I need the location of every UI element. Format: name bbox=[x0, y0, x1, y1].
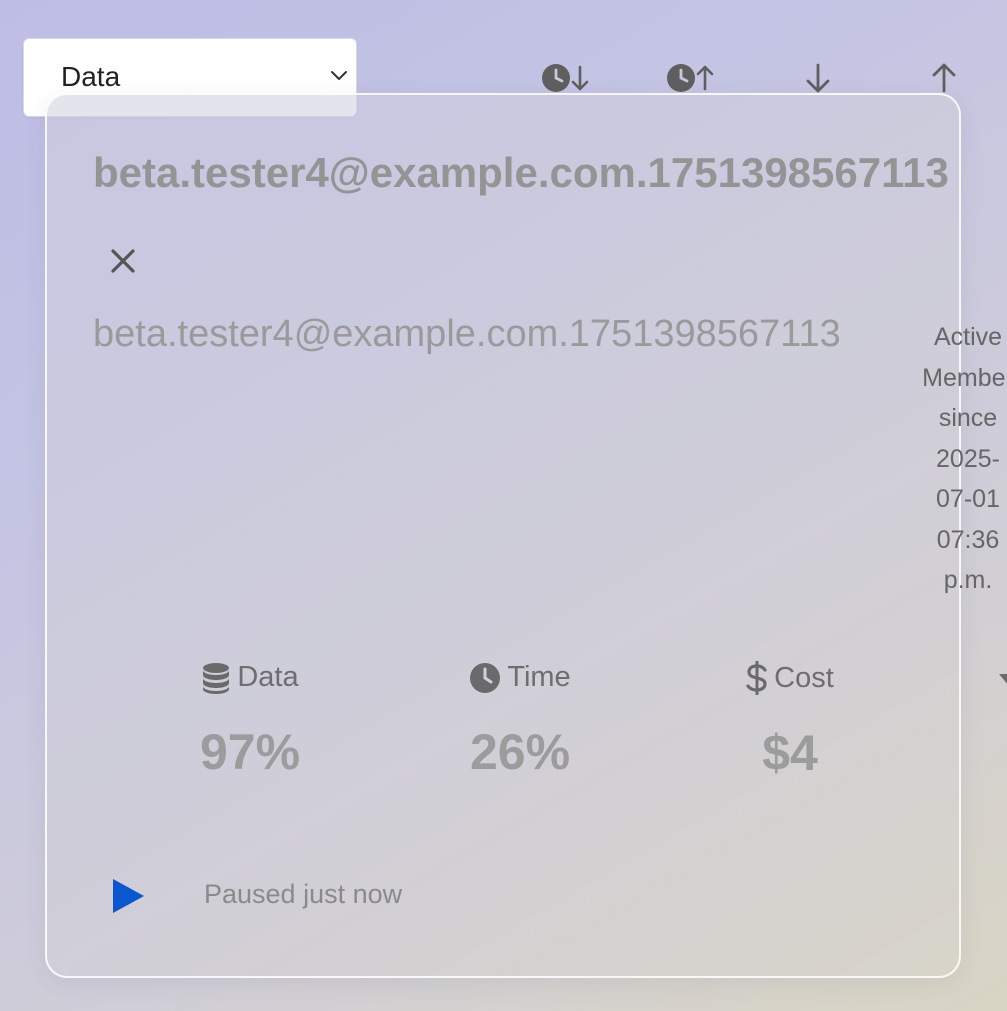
stat-time-label: Time bbox=[507, 661, 571, 693]
close-icon[interactable] bbox=[103, 241, 143, 281]
stat-cost-label: Cost bbox=[774, 661, 834, 694]
stat-time-value: 26% bbox=[469, 723, 571, 780]
stat-data: Data 97% bbox=[135, 661, 365, 781]
member-card: beta.tester4@example.com.1751398567113 b… bbox=[45, 93, 1007, 978]
filter-icon bbox=[999, 674, 1007, 684]
paused-status: Paused just now bbox=[204, 879, 403, 909]
arrow-up-icon bbox=[932, 63, 956, 93]
play-icon[interactable] bbox=[110, 877, 146, 915]
stat-data-value: 97% bbox=[199, 723, 301, 780]
stat-time: Time 26% bbox=[405, 661, 635, 781]
clock-icon bbox=[470, 662, 501, 693]
member-status: Active Member since 2025- 07-01 07:36 p.… bbox=[922, 323, 1007, 594]
filter-select-value: Data bbox=[61, 61, 121, 92]
stat-cost: Cost $4 bbox=[675, 661, 905, 782]
stat-cost-value: $4 bbox=[762, 725, 818, 781]
stat-data-label: Data bbox=[237, 661, 299, 693]
arrow-down-icon bbox=[806, 63, 830, 93]
clock-arrow-down-icon bbox=[542, 64, 589, 92]
chevron-down-icon bbox=[331, 71, 347, 80]
member-email: beta.tester4@example.com.1751398567113 bbox=[93, 313, 841, 355]
database-icon bbox=[203, 662, 230, 694]
card-title: beta.tester4@example.com.1751398567113 bbox=[93, 149, 949, 196]
dollar-icon bbox=[746, 661, 767, 695]
clock-arrow-up-icon bbox=[667, 64, 714, 92]
